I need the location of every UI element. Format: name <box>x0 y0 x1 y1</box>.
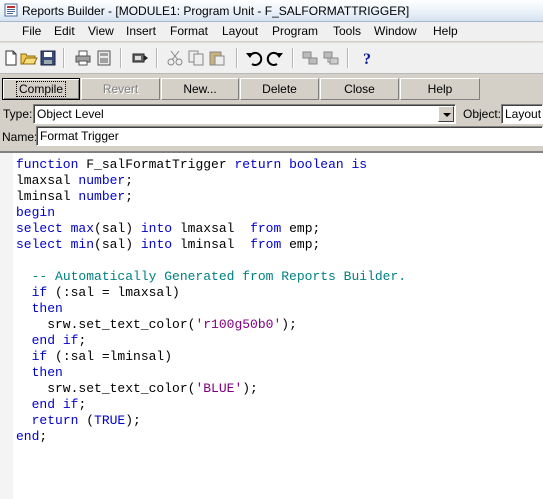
copy-icon[interactable] <box>187 49 205 67</box>
type-select[interactable]: Object Level <box>33 104 456 124</box>
print-icon[interactable] <box>74 49 92 67</box>
undo-icon[interactable] <box>245 49 263 67</box>
module-icon[interactable] <box>301 49 319 67</box>
code-line: begin <box>16 205 56 220</box>
new-icon[interactable] <box>2 49 20 67</box>
code-line: srw.set_text_color('r100g50b0'); <box>16 317 297 332</box>
code-line: select min(sal) into lminsal from emp; <box>16 237 321 252</box>
type-label: Type: <box>3 107 33 121</box>
help-label: Help <box>427 82 453 96</box>
name-label: Name: <box>2 130 38 144</box>
menu-tools[interactable]: Tools <box>333 24 361 38</box>
save-icon[interactable] <box>39 49 57 67</box>
close-label: Close <box>344 82 375 96</box>
delete-label: Delete <box>262 82 297 96</box>
revert-label: Revert <box>102 82 139 96</box>
menu-view[interactable]: View <box>88 24 114 38</box>
code-line: srw.set_text_color('BLUE'); <box>16 381 258 396</box>
code-line: if (:sal =lminsal) <box>31 349 173 364</box>
toolbar: ? <box>0 42 543 74</box>
toolbar-separator <box>292 48 294 68</box>
reports-builder-icon <box>4 3 18 17</box>
module2-icon[interactable] <box>322 49 340 67</box>
redo-icon[interactable] <box>266 49 284 67</box>
code-line: return (TRUE); <box>31 413 141 428</box>
delete-button[interactable]: Delete <box>240 78 319 100</box>
name-row: Name: Format Trigger <box>0 126 543 148</box>
menu-layout[interactable]: Layout <box>222 24 258 38</box>
help-button[interactable]: Help <box>400 78 480 100</box>
code-line: end if; <box>31 333 87 348</box>
code-editor[interactable]: function F_salFormatTrigger return boole… <box>0 151 543 499</box>
menu-format[interactable]: Format <box>170 24 208 38</box>
code-line: end; <box>16 429 48 444</box>
window-title: Reports Builder - [MODULE1: Program Unit… <box>22 4 410 18</box>
code-line: function F_salFormatTrigger return boole… <box>16 157 368 172</box>
object-select[interactable]: Layout R <box>501 104 543 124</box>
menu-help[interactable]: Help <box>433 24 458 38</box>
code-line: lminsal number; <box>16 189 134 204</box>
title-bar: Reports Builder - [MODULE1: Program Unit… <box>0 0 543 22</box>
toolbar-separator <box>347 48 349 68</box>
code-line: end if; <box>31 397 87 412</box>
code-line: then <box>31 365 63 380</box>
name-field[interactable]: Format Trigger <box>36 126 543 146</box>
menu-bar: File Edit View Insert Format Layout Prog… <box>0 22 543 41</box>
code-line: if (:sal = lmaxsal) <box>31 285 180 300</box>
cut-icon[interactable] <box>166 49 184 67</box>
menu-window[interactable]: Window <box>374 24 417 38</box>
menu-program[interactable]: Program <box>272 24 318 38</box>
toolbar-separator <box>120 48 122 68</box>
close-button[interactable]: Close <box>320 78 399 100</box>
compile-label: Compile <box>15 81 67 97</box>
paste-icon[interactable] <box>208 49 226 67</box>
object-label: Object: <box>463 107 502 121</box>
type-value: Object Level <box>37 107 104 121</box>
menu-file[interactable]: File <box>22 24 41 38</box>
revert-button[interactable]: Revert <box>81 78 160 100</box>
help-icon[interactable]: ? <box>358 49 376 67</box>
code-line: -- Automatically Generated from Reports … <box>31 269 407 284</box>
code-text[interactable]: function F_salFormatTrigger return boole… <box>16 157 406 445</box>
compile-button[interactable]: Compile <box>2 78 80 100</box>
type-dropdown-button[interactable] <box>438 106 454 122</box>
toolbar-separator <box>156 48 158 68</box>
new-label: New... <box>183 82 217 96</box>
type-row: Type: Object Level Object: Layout R <box>0 103 543 125</box>
menu-edit[interactable]: Edit <box>54 24 75 38</box>
editor-gutter <box>0 153 13 499</box>
code-line: select max(sal) into lmaxsal from emp; <box>16 221 321 236</box>
code-line: lmaxsal number; <box>16 173 134 188</box>
new-button[interactable]: New... <box>161 78 239 100</box>
print-preview-icon[interactable] <box>95 49 113 67</box>
object-value: Layout R <box>505 107 542 121</box>
name-value: Format Trigger <box>40 129 119 143</box>
svg-text:?: ? <box>363 51 371 67</box>
toolbar-separator <box>63 48 65 68</box>
run-icon[interactable] <box>131 49 149 67</box>
toolbar-separator <box>236 48 238 68</box>
program-unit-button-row: Compile Revert New... Delete Close Help <box>0 76 543 102</box>
menu-insert[interactable]: Insert <box>126 24 156 38</box>
code-line: then <box>31 301 63 316</box>
open-icon[interactable] <box>20 49 38 67</box>
